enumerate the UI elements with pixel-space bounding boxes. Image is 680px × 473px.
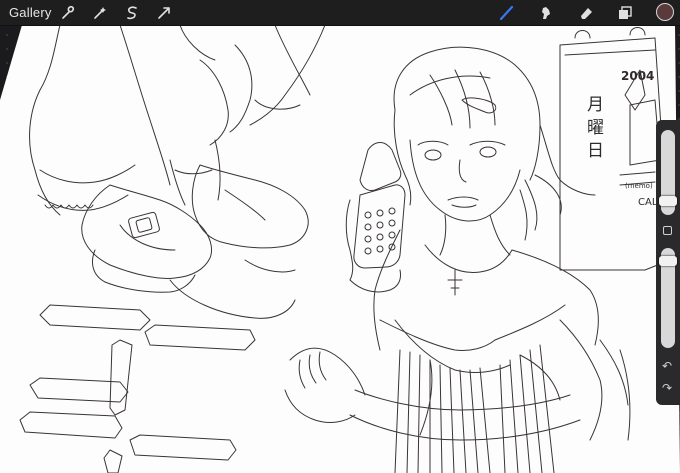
calendar-weekday-3: 日	[587, 141, 604, 161]
brush-icon[interactable]	[497, 3, 516, 22]
sidebar-sliders: ↶ ↷	[656, 120, 680, 405]
smudge-icon[interactable]	[536, 3, 555, 22]
calendar-year: 2004	[621, 69, 654, 83]
calendar-note: (memo)	[625, 182, 653, 190]
magic-wand-icon[interactable]	[90, 3, 109, 22]
drawing-canvas[interactable]: 2004 月 曜 日 (memo) CALL	[0, 0, 680, 473]
layers-icon[interactable]	[615, 3, 634, 22]
selection-icon[interactable]	[122, 3, 141, 22]
opacity-thumb[interactable]	[659, 256, 677, 266]
modify-button[interactable]	[663, 226, 672, 235]
top-toolbar: Gallery	[0, 0, 680, 26]
brush-size-thumb[interactable]	[659, 196, 677, 206]
color-picker-button[interactable]	[656, 3, 674, 21]
calendar-weekday-1: 月	[587, 95, 604, 115]
paper-sheet	[0, 25, 680, 473]
wrench-icon[interactable]	[58, 3, 77, 22]
transform-arrow-icon[interactable]	[154, 3, 173, 22]
eraser-icon[interactable]	[576, 3, 595, 22]
undo-button[interactable]: ↶	[662, 360, 672, 372]
gallery-button[interactable]: Gallery	[9, 5, 52, 20]
redo-button[interactable]: ↷	[662, 382, 672, 394]
calendar-weekday-2: 曜	[587, 118, 604, 138]
